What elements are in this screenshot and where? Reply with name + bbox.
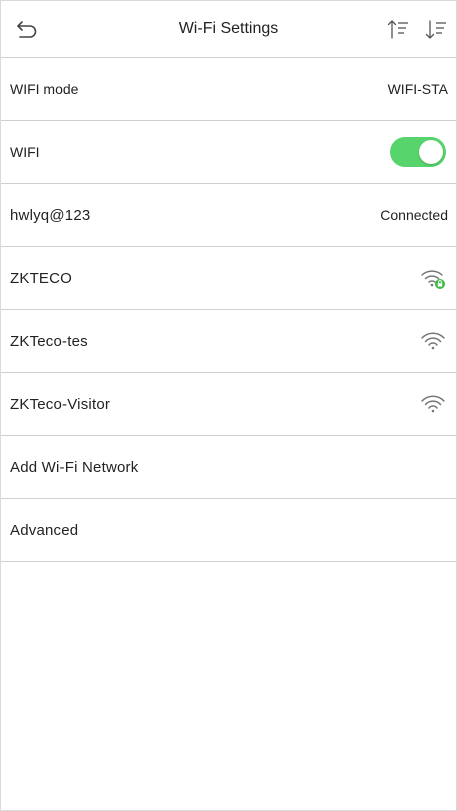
page-title: Wi-Fi Settings [178, 20, 279, 37]
wifi-mode-label: WIFI mode [10, 81, 79, 97]
toggle-knob [419, 140, 443, 164]
wifi-locked-icon [421, 270, 445, 289]
advanced-label: Advanced [10, 521, 79, 539]
sort-ascending-button[interactable] [386, 17, 412, 43]
advanced-row[interactable]: Advanced [1, 499, 456, 562]
network-name: ZKTeco-tes [10, 332, 88, 350]
wifi-settings-screen: Wi-Fi Settings WIFI mode WIFI-STA WIFI h… [0, 0, 457, 811]
network-name: ZKTeco-Visitor [10, 395, 111, 413]
network-name: ZKTECO [10, 269, 73, 287]
connected-network-row[interactable]: hwlyq@123 Connected [1, 184, 456, 247]
wifi-icon [421, 332, 445, 350]
add-wifi-network-label: Add Wi-Fi Network [10, 458, 139, 476]
add-wifi-network-row[interactable]: Add Wi-Fi Network [1, 436, 456, 499]
top-bar: Wi-Fi Settings [1, 1, 456, 58]
wifi-mode-row[interactable]: WIFI mode WIFI-STA [1, 58, 456, 121]
wifi-mode-value: WIFI-STA [387, 81, 448, 97]
network-row-zkteco-visitor[interactable]: ZKTeco-Visitor [1, 373, 456, 436]
sort-descending-icon [425, 20, 446, 39]
connection-status: Connected [380, 207, 448, 223]
network-row-zkteco-tes[interactable]: ZKTeco-tes [1, 310, 456, 373]
back-arrow-icon [17, 21, 37, 38]
sort-descending-button[interactable] [424, 17, 450, 43]
connected-network-name: hwlyq@123 [10, 206, 91, 224]
wifi-toggle-switch[interactable] [390, 137, 446, 167]
back-button[interactable] [13, 15, 41, 43]
wifi-icon [421, 395, 445, 413]
wifi-toggle-row: WIFI [1, 121, 456, 184]
sort-ascending-icon [387, 20, 408, 39]
wifi-label: WIFI [10, 144, 40, 160]
network-row-zkteco[interactable]: ZKTECO [1, 247, 456, 310]
